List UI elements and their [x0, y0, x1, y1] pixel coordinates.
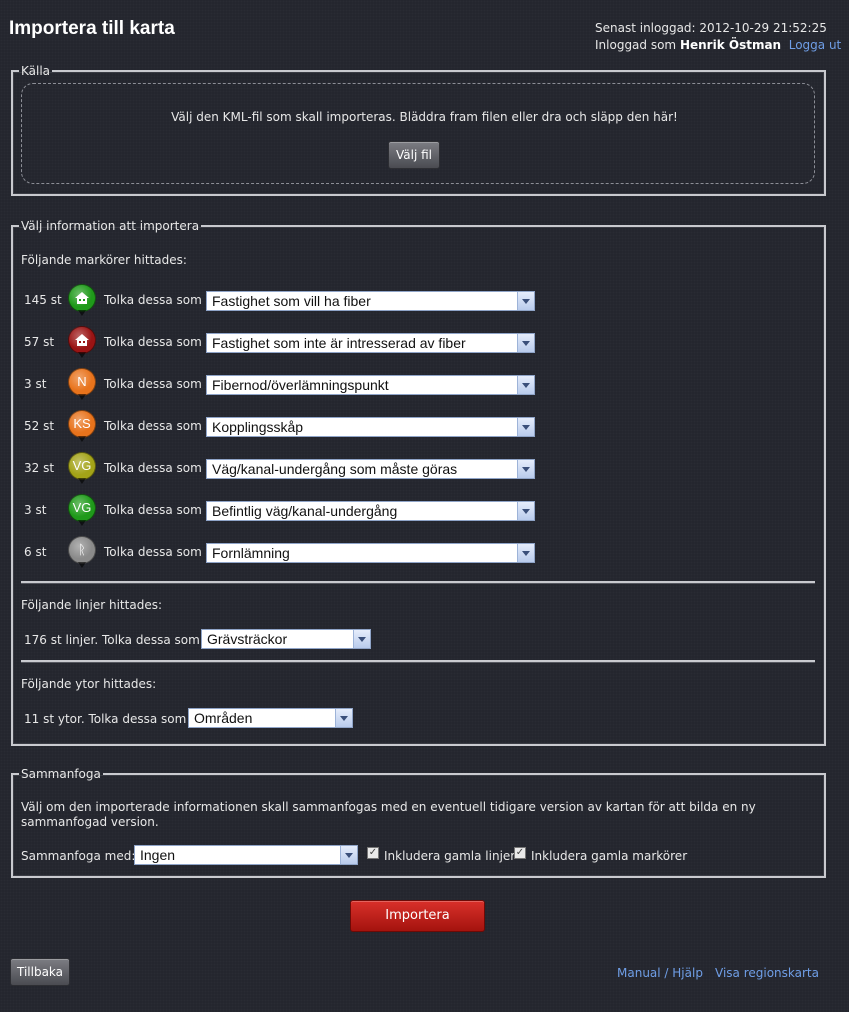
marker-row: 3 st VG Tolka dessa som Befintlig väg/kanal…: [24, 494, 544, 528]
marker-count: 57 st: [24, 335, 55, 349]
lines-type-select[interactable]: Grävsträckor: [201, 629, 371, 649]
marker-type-value: Fastighet som inte är intresserad av fib…: [212, 335, 466, 351]
source-legend: Källa: [21, 64, 51, 78]
interpret-label: Tolka dessa som: [104, 377, 202, 391]
marker-type-value: Fibernod/överlämningspunkt: [212, 377, 389, 393]
logged-in-as-label: Inloggad som: [595, 38, 677, 52]
chevron-down-icon: [517, 460, 534, 478]
marker-type-value: Befintlig väg/kanal-undergång: [212, 503, 398, 519]
marker-count: 3 st: [24, 377, 47, 391]
marker-type-select[interactable]: Befintlig väg/kanal-undergång: [206, 501, 535, 521]
logout-link[interactable]: Logga ut: [789, 38, 842, 52]
page-title: Importera till karta: [9, 18, 175, 39]
merge-with-label: Sammanfoga med:: [21, 849, 136, 863]
markers-heading: Följande markörer hittades:: [21, 253, 187, 267]
marker-type-select[interactable]: Fibernod/överlämningspunkt: [206, 375, 535, 395]
last-login-label: Senast inloggad:: [595, 21, 696, 35]
chevron-down-icon: [340, 846, 357, 864]
include-markers-checkbox[interactable]: ✓: [514, 847, 526, 859]
region-map-link[interactable]: Visa regionskarta: [715, 966, 819, 980]
marker-count: 32 st: [24, 461, 55, 475]
marker-count: 3 st: [24, 503, 47, 517]
house-icon: [68, 326, 96, 358]
interpret-label: Tolka dessa som: [104, 335, 202, 349]
last-login-value: 2012-10-29 21:52:25: [699, 21, 827, 35]
chevron-down-icon: [335, 709, 352, 727]
help-link[interactable]: Manual / Hjälp: [617, 966, 703, 980]
areas-type-select[interactable]: Områden: [188, 708, 353, 728]
marker-type-select[interactable]: Fastighet som inte är intresserad av fib…: [206, 333, 535, 353]
marker-type-select[interactable]: Väg/kanal-undergång som måste göras: [206, 459, 535, 479]
lines-heading: Följande linjer hittades:: [21, 598, 162, 612]
marker-count: 145 st: [24, 293, 62, 307]
crossing-icon: VG: [68, 494, 96, 526]
marker-type-select[interactable]: Fornlämning: [206, 543, 535, 563]
chevron-down-icon: [353, 630, 370, 648]
chevron-down-icon: [517, 334, 534, 352]
marker-row: 52 st KS Tolka dessa som Kopplingsskåp: [24, 410, 544, 444]
house-icon: [68, 284, 96, 316]
import-button[interactable]: Importera: [350, 900, 485, 932]
marker-count: 6 st: [24, 545, 47, 559]
lines-type-value: Grävsträckor: [207, 631, 288, 647]
dropzone-instructions: Välj den KML-fil som skall importeras. B…: [171, 110, 678, 124]
marker-type-select[interactable]: Kopplingsskåp: [206, 417, 535, 437]
chevron-down-icon: [517, 292, 534, 310]
relic-icon: ᚱ: [68, 536, 96, 568]
check-icon: ✓: [368, 847, 378, 858]
areas-type-value: Områden: [194, 710, 253, 726]
areas-text: 11 st ytor. Tolka dessa som: [24, 712, 187, 726]
logged-in-as: Inloggad som Henrik Östman Logga ut: [595, 37, 841, 54]
chevron-down-icon: [517, 418, 534, 436]
import-info-legend: Välj information att importera: [21, 219, 200, 233]
areas-heading: Följande ytor hittades:: [21, 677, 157, 691]
interpret-label: Tolka dessa som: [104, 419, 202, 433]
marker-row: 57 st Tolka dessa som Fastighet som inte ä…: [24, 326, 544, 360]
merge-description: Välj om den importerade informationen sk…: [21, 800, 756, 829]
check-icon: ✓: [515, 847, 525, 858]
marker-row: 32 st VG Tolka dessa som Väg/kanal-undergån…: [24, 452, 544, 486]
marker-type-value: Väg/kanal-undergång som måste göras: [212, 461, 458, 477]
marker-type-value: Fornlämning: [212, 545, 290, 561]
marker-type-value: Kopplingsskåp: [212, 419, 304, 435]
marker-row: 145 st Tolka dessa som Fastighet som vill …: [24, 284, 544, 318]
marker-type-value: Fastighet som vill ha fiber: [212, 293, 371, 309]
include-markers-label: Inkludera gamla markörer: [531, 849, 688, 863]
marker-type-select[interactable]: Fastighet som vill ha fiber: [206, 291, 535, 311]
chevron-down-icon: [517, 502, 534, 520]
back-button[interactable]: Tillbaka: [10, 958, 70, 986]
include-lines-label: Inkludera gamla linjer: [384, 849, 516, 863]
marker-row: 3 st N Tolka dessa som Fibernod/överlämning…: [24, 368, 544, 402]
crossing-icon: VG: [68, 452, 96, 484]
cabinet-icon: KS: [68, 410, 96, 442]
marker-row: 6 st ᚱ Tolka dessa som Fornlämning: [24, 536, 544, 570]
lines-text: 176 st linjer. Tolka dessa som: [24, 633, 200, 647]
marker-count: 52 st: [24, 419, 55, 433]
interpret-label: Tolka dessa som: [104, 293, 202, 307]
node-icon: N: [68, 368, 96, 400]
chevron-down-icon: [517, 544, 534, 562]
merge-legend: Sammanfoga: [21, 767, 101, 781]
divider: [21, 660, 815, 662]
interpret-label: Tolka dessa som: [104, 503, 202, 517]
user-name: Henrik Östman: [679, 38, 782, 52]
interpret-label: Tolka dessa som: [104, 545, 202, 559]
merge-with-select[interactable]: Ingen: [134, 845, 358, 865]
interpret-label: Tolka dessa som: [104, 461, 202, 475]
last-login: Senast inloggad: 2012-10-29 21:52:25: [595, 20, 841, 37]
divider: [21, 581, 815, 583]
merge-with-value: Ingen: [140, 847, 176, 863]
choose-file-button[interactable]: Välj fil: [388, 141, 440, 169]
include-lines-checkbox[interactable]: ✓: [367, 847, 379, 859]
login-info: Senast inloggad: 2012-10-29 21:52:25 Inl…: [595, 20, 841, 54]
chevron-down-icon: [517, 376, 534, 394]
